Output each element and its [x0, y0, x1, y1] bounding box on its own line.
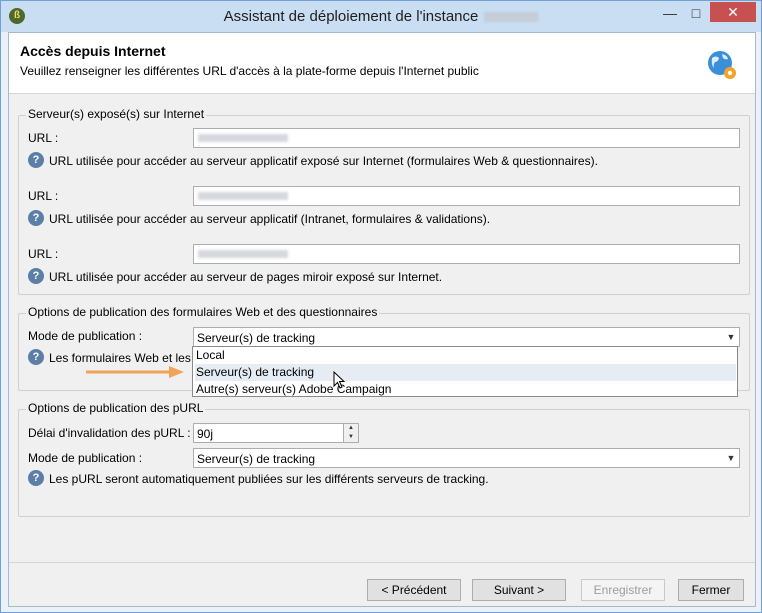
chevron-down-icon[interactable]: ▼: [723, 328, 739, 346]
purl-mode-select[interactable]: Serveur(s) de tracking ▼: [193, 448, 740, 468]
url-field-2[interactable]: [193, 186, 740, 206]
previous-button[interactable]: < Précédent: [367, 579, 461, 601]
mouse-pointer-icon: [333, 371, 345, 389]
wizard-body: Accès depuis Internet Veuillez renseigne…: [8, 32, 756, 607]
spin-down-icon[interactable]: ▼: [343, 433, 358, 442]
close-window-button[interactable]: ✕: [710, 2, 756, 22]
redacted-url: [198, 250, 288, 258]
purl-help: Les pURL seront automatiquement publiées…: [49, 472, 489, 486]
orange-arrow-icon: [86, 366, 184, 378]
redacted-url: [198, 134, 288, 142]
footer-divider: [9, 562, 755, 563]
maximize-button[interactable]: □: [683, 3, 709, 23]
purl-publication-legend: Options de publication des pURL: [26, 401, 206, 415]
forms-publication-legend: Options de publication des formulaires W…: [26, 305, 380, 319]
dropdown-option-tracking[interactable]: Serveur(s) de tracking: [195, 364, 736, 381]
url-help-1: URL utilisée pour accéder au serveur app…: [49, 154, 598, 168]
purl-mode-value: Serveur(s) de tracking: [197, 452, 316, 466]
wizard-header: Accès depuis Internet Veuillez renseigne…: [9, 33, 755, 94]
help-icon: ?: [28, 470, 44, 486]
purl-publication-group: Options de publication des pURL Délai d'…: [18, 401, 750, 517]
purl-delay-label: Délai d'invalidation des pURL :: [28, 426, 191, 440]
save-button[interactable]: Enregistrer: [581, 579, 665, 601]
redacted-url: [198, 192, 288, 200]
help-icon: ?: [28, 210, 44, 226]
window-title: Assistant de déploiement de l'instance: [223, 8, 479, 25]
purl-delay-value: 90j: [197, 427, 214, 441]
close-button[interactable]: Fermer: [678, 579, 744, 601]
help-icon: ?: [28, 152, 44, 168]
url-label-1: URL :: [28, 131, 59, 145]
redacted-instance-name: [484, 12, 539, 23]
exposed-servers-group: Serveur(s) exposé(s) sur Internet URL : …: [18, 107, 750, 295]
globe-gear-icon: [708, 51, 736, 79]
next-button[interactable]: Suivant >: [472, 579, 566, 601]
forms-help: Les formulaires Web et les q: [49, 351, 201, 365]
dropdown-option-local[interactable]: Local: [195, 347, 736, 364]
dropdown-option-other[interactable]: Autre(s) serveur(s) Adobe Campaign: [195, 381, 736, 398]
help-icon: ?: [28, 349, 44, 365]
page-subtitle: Veuillez renseigner les différentes URL …: [20, 64, 479, 78]
wizard-window: ß Assistant de déploiement de l'instance…: [0, 0, 762, 613]
forms-mode-label: Mode de publication :: [28, 329, 143, 343]
forms-mode-value: Serveur(s) de tracking: [197, 331, 316, 345]
help-icon: ?: [28, 268, 44, 284]
url-label-2: URL :: [28, 189, 59, 203]
exposed-servers-legend: Serveur(s) exposé(s) sur Internet: [26, 107, 207, 121]
forms-mode-select[interactable]: Serveur(s) de tracking ▼: [193, 327, 740, 347]
purl-mode-label: Mode de publication :: [28, 451, 143, 465]
title-bar: ß Assistant de déploiement de l'instance…: [1, 1, 761, 32]
minimize-button[interactable]: —: [657, 3, 683, 23]
chevron-down-icon[interactable]: ▼: [723, 449, 739, 467]
url-label-3: URL :: [28, 247, 59, 261]
url-field-3[interactable]: [193, 244, 740, 264]
url-help-3: URL utilisée pour accéder au serveur de …: [49, 270, 443, 284]
url-field-1[interactable]: [193, 128, 740, 148]
url-help-2: URL utilisée pour accéder au serveur app…: [49, 212, 491, 226]
page-title: Accès depuis Internet: [20, 43, 166, 59]
forms-mode-dropdown: Local Serveur(s) de tracking Autre(s) se…: [192, 346, 738, 397]
purl-delay-stepper[interactable]: 90j ▲ ▼: [193, 423, 359, 443]
